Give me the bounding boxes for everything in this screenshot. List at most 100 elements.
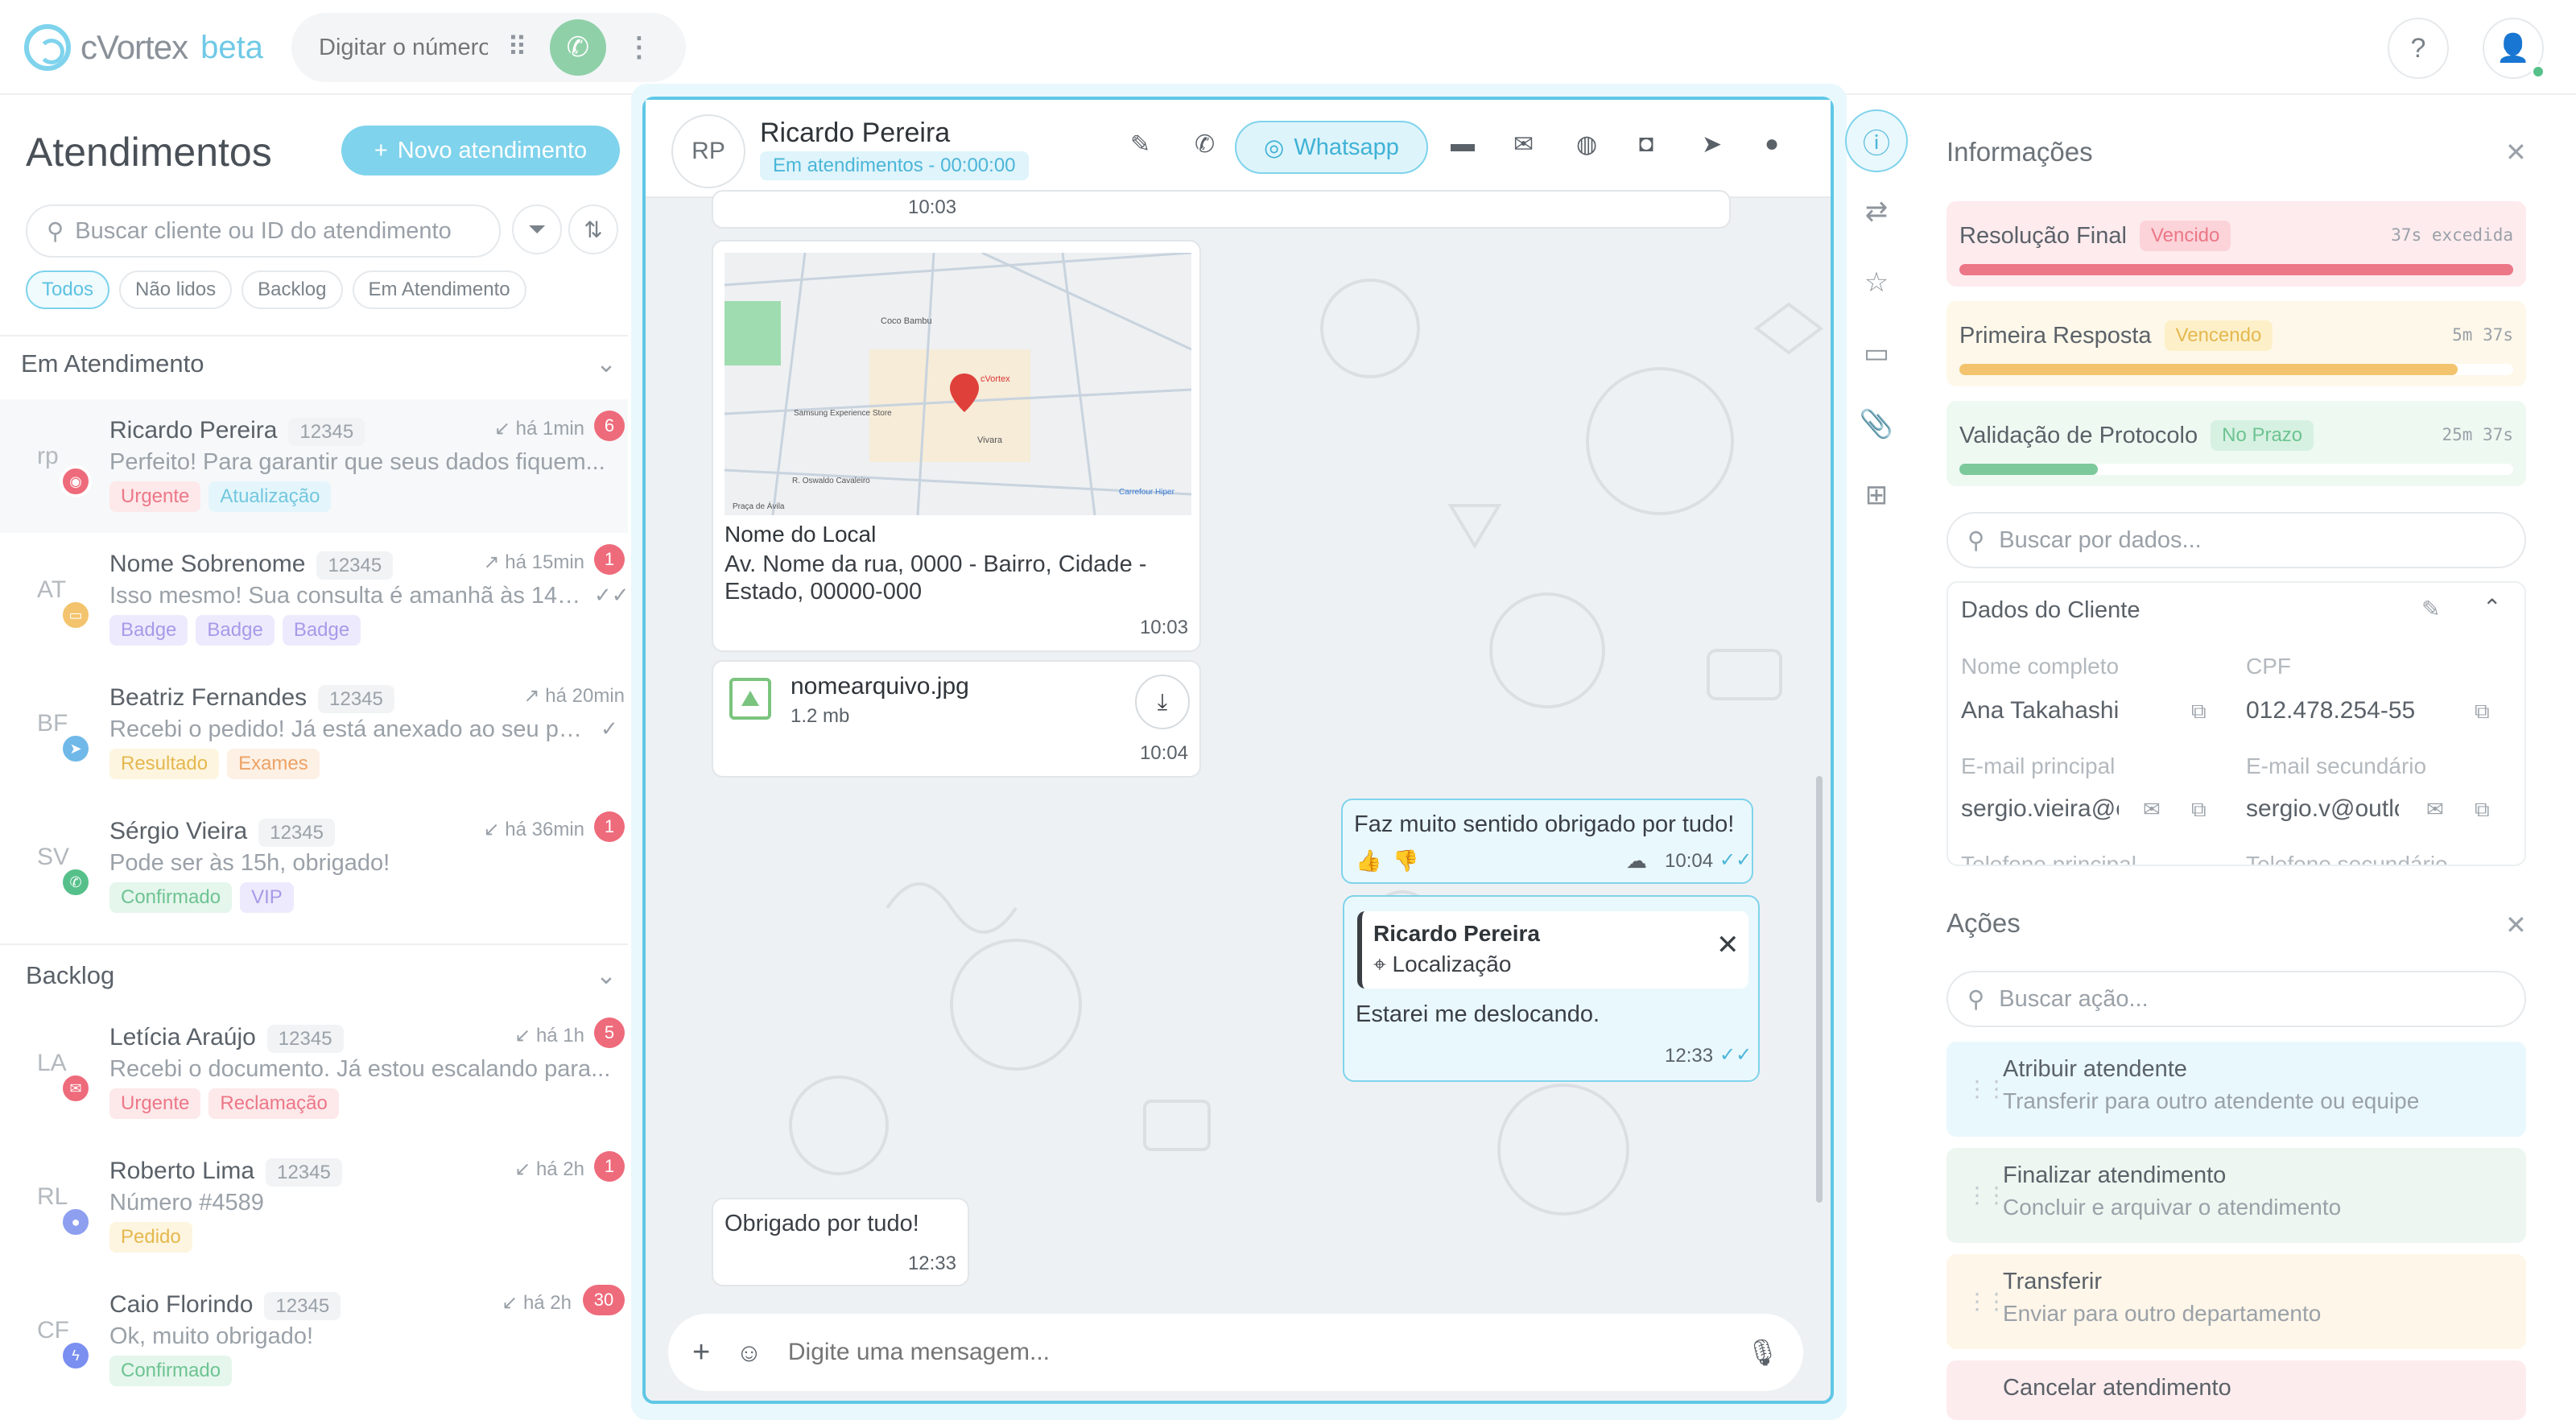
info-search[interactable]: ⚲ Buscar por dados... <box>1946 512 2526 568</box>
quoted-message[interactable]: Ricardo Pereira ⌖ Localização ✕ <box>1357 911 1748 989</box>
comment-icon[interactable]: ● <box>1765 130 1779 158</box>
dialer: ⠿ ✆ ⋮ <box>291 13 686 82</box>
filter-button[interactable]: ⏷ <box>512 204 562 254</box>
add-attachment-icon[interactable]: + <box>692 1335 710 1370</box>
chip-todos[interactable]: Todos <box>26 270 110 309</box>
section-em-atendimento[interactable]: Em Atendimento ⌄ <box>21 349 617 378</box>
keypad-icon[interactable]: ⠿ <box>507 31 527 64</box>
more-options-icon[interactable]: ⋮ <box>625 31 653 64</box>
sort-button[interactable]: ⇅ <box>568 204 618 254</box>
tags: Urgente Reclamação <box>109 1088 339 1119</box>
apps-grid-icon[interactable]: ⊞ <box>1852 470 1901 520</box>
thumbs-down-icon[interactable]: 👎 <box>1393 848 1418 873</box>
action-item[interactable]: ⋮⋮ Atribuir atendente Transferir para ou… <box>1946 1042 2526 1137</box>
arrow-out-icon: ↗ <box>483 551 506 573</box>
thumbs-up-icon[interactable]: 👍 <box>1356 848 1381 873</box>
edit-icon[interactable]: ✎ <box>2421 596 2440 622</box>
action-item[interactable]: Cancelar atendimento <box>1946 1360 2526 1420</box>
dial-input[interactable] <box>319 34 488 61</box>
tag: Confirmado <box>109 1356 233 1386</box>
whatsapp-channel-button[interactable]: ◎ Whatsapp <box>1235 121 1428 174</box>
chevron-up-icon[interactable]: ⌃ <box>2483 594 2501 621</box>
sla-status-badge: Vencendo <box>2164 320 2273 351</box>
tag: VIP <box>240 882 294 913</box>
chip-em-atendimento[interactable]: Em Atendimento <box>352 270 526 309</box>
conversation-item[interactable]: SV ✆ Sérgio Vieira 12345 ↙ há 36min 1 Pod… <box>0 800 628 934</box>
phone-icon[interactable]: ✆ <box>1195 130 1215 159</box>
contact-row-head: Roberto Lima 12345 <box>109 1158 342 1187</box>
conversation-item[interactable]: CF ϟ Caio Florindo 12345 ↙ há 2h 30 Ok, m… <box>0 1273 628 1407</box>
conversation-item[interactable]: LA ✉ Letícia Araújo 12345 ↙ há 1h 5 Receb… <box>0 1006 628 1140</box>
microphone-icon[interactable]: 🎙 <box>1746 1337 1779 1368</box>
chip-backlog[interactable]: Backlog <box>242 270 343 309</box>
copy-icon[interactable]: ⧉ <box>2475 797 2490 823</box>
drag-handle-icon[interactable]: ⋮⋮ <box>1966 1075 2008 1102</box>
image-file-icon: ⛰ <box>729 678 771 720</box>
section-backlog[interactable]: Backlog ⌄ <box>26 961 617 990</box>
outgoing-message[interactable]: Faz muito sentido obrigado por tudo! 👍 👎… <box>1341 799 1753 884</box>
field-value: sergio.vieira@e <box>1961 795 2119 822</box>
action-description: Transferir para outro atendente ou equip… <box>2003 1088 2420 1113</box>
conversation-item[interactable]: rp ◉ Ricardo Pereira 12345 ↙ há 1min 6 Pe… <box>0 399 628 533</box>
sla-progress-fill <box>1959 264 2513 275</box>
email-icon[interactable]: ✉ <box>2426 797 2444 822</box>
arrow-in-icon: ↙ <box>502 1292 523 1314</box>
sla-progress <box>1959 264 2513 275</box>
action-title: Atribuir atendente <box>2003 1056 2187 1082</box>
action-item[interactable]: ⋮⋮ Transferir Enviar para outro departam… <box>1946 1254 2526 1349</box>
download-button[interactable]: ⤓ <box>1135 675 1190 729</box>
comment-icon[interactable]: ▭ <box>1852 328 1901 378</box>
instagram-icon[interactable]: ◘ <box>1639 130 1653 158</box>
chat-scrollbar[interactable] <box>1816 776 1823 1203</box>
drag-handle-icon[interactable]: ⋮⋮ <box>1966 1288 2008 1315</box>
divider <box>0 335 628 336</box>
tag: Exames <box>227 749 320 779</box>
attachment-icon[interactable]: 📎 <box>1852 399 1901 449</box>
telegram-icon[interactable]: ➤ <box>1702 130 1722 159</box>
close-icon[interactable]: ✕ <box>1716 929 1740 961</box>
copy-icon[interactable]: ⧉ <box>2191 699 2207 724</box>
edit-icon[interactable]: ✎ <box>1130 130 1150 159</box>
file-message[interactable]: ⛰ nomearquivo.jpg 1.2 mb ⤓ 10:04 <box>712 660 1201 778</box>
tag: Reclamação <box>208 1088 339 1119</box>
star-icon[interactable]: ☆ <box>1852 258 1901 308</box>
location-message[interactable]: Coco Bambu cVortex Samsung Experience St… <box>712 240 1201 652</box>
tags: Urgente Atualização <box>109 481 332 512</box>
help-button[interactable]: ? <box>2388 18 2449 79</box>
actions-search[interactable]: ⚲ Buscar ação... <box>1946 971 2526 1027</box>
conversation-search[interactable]: ⚲ Buscar cliente ou ID do atendimento <box>26 204 501 258</box>
email-icon[interactable]: ✉ <box>1513 130 1534 159</box>
time-text: há 36min <box>505 819 584 840</box>
conversation-item[interactable]: RL ● Roberto Lima 12345 ↙ há 2h 1 Número … <box>0 1140 628 1273</box>
chat-icon[interactable]: ▬ <box>1451 130 1475 158</box>
close-info-icon[interactable]: ✕ <box>2505 137 2527 167</box>
action-item[interactable]: ⋮⋮ Finalizar atendimento Concluir e arqu… <box>1946 1148 2526 1243</box>
conversation-item[interactable]: BF ➤ Beatriz Fernandes 12345 ↗ há 20min R… <box>0 667 628 800</box>
message-bubble: 10:03 <box>712 190 1731 229</box>
conversation-item[interactable]: AT ▭ Nome Sobrenome 12345 ↗ há 15min 1 Is… <box>0 533 630 667</box>
info-tab-button[interactable]: ⓘ <box>1845 109 1908 172</box>
chip-nao-lidos[interactable]: Não lidos <box>119 270 233 309</box>
drag-handle-icon[interactable]: ⋮⋮ <box>1966 1182 2008 1208</box>
email-icon[interactable]: ✉ <box>2143 797 2161 822</box>
divider <box>0 943 628 945</box>
outgoing-reply-message[interactable]: Ricardo Pereira ⌖ Localização ✕ Estarei … <box>1343 895 1760 1082</box>
new-conversation-button[interactable]: + Novo atendimento <box>341 126 620 175</box>
close-actions-icon[interactable]: ✕ <box>2505 910 2527 940</box>
copy-icon[interactable]: ⧉ <box>2191 797 2207 823</box>
contact-avatar[interactable]: RP <box>671 114 745 188</box>
messenger-icon[interactable]: ◍ <box>1576 130 1597 159</box>
emoji-icon[interactable]: ☺ <box>736 1338 762 1368</box>
copy-icon[interactable]: ⧉ <box>2475 699 2490 724</box>
sla-progress-fill <box>1959 464 2098 475</box>
tags: Badge Badge Badge <box>109 615 361 646</box>
time-text: há 15min <box>505 551 584 573</box>
message-time: 12:33 <box>1665 1045 1714 1067</box>
message-input[interactable] <box>787 1339 1721 1366</box>
incoming-message[interactable]: Obrigado por tudo! 12:33 <box>712 1198 969 1286</box>
action-description: Enviar para outro departamento <box>2003 1301 2322 1326</box>
app-beta-label: beta <box>200 29 263 65</box>
call-button[interactable]: ✆ <box>549 19 606 76</box>
flow-icon[interactable]: ⇄ <box>1852 187 1901 237</box>
map-preview[interactable]: Coco Bambu cVortex Samsung Experience St… <box>724 253 1191 515</box>
